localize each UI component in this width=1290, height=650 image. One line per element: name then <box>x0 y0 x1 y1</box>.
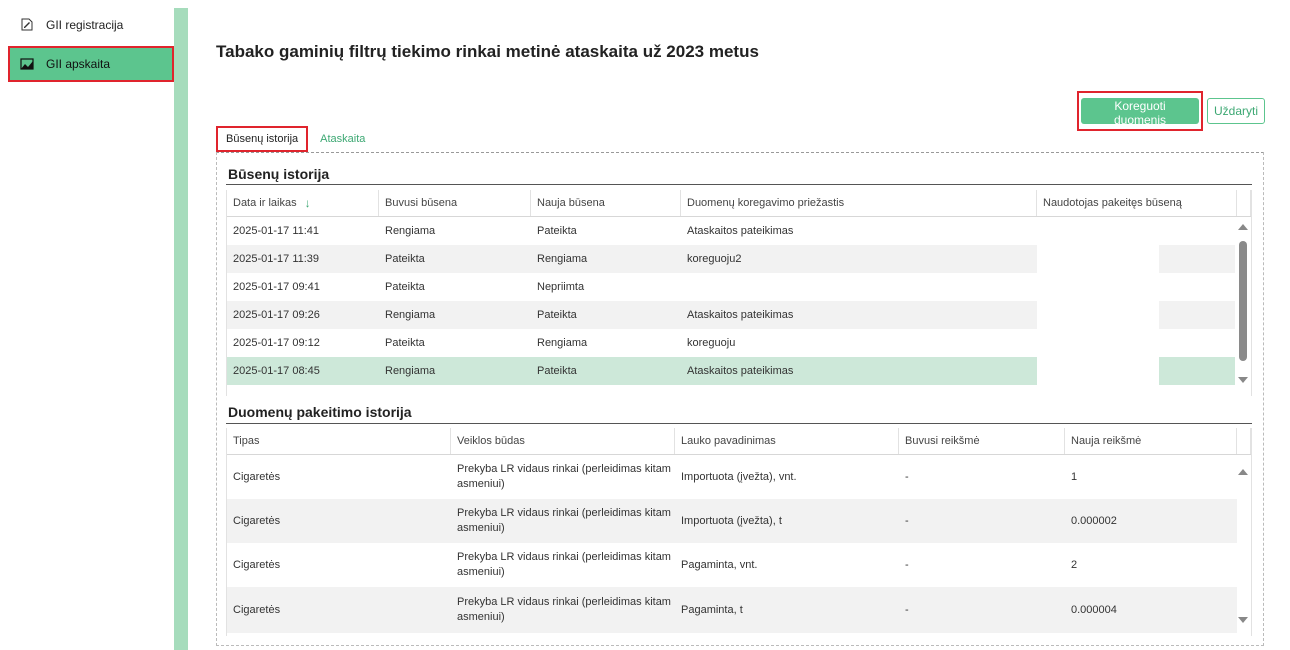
scroll-up-icon[interactable] <box>1238 224 1248 230</box>
sidebar: GII registracija GII apskaita <box>0 0 174 650</box>
column-header-new-status[interactable]: Nauja būsena <box>531 190 681 216</box>
table-row[interactable]: Cigaretės Prekyba LR vidaus rinkai (perl… <box>227 499 1251 543</box>
status-history-title: Būsenų istorija <box>228 166 330 182</box>
column-header-type[interactable]: Tipas <box>227 428 451 454</box>
sidebar-item-label: GII apskaita <box>46 57 111 71</box>
sidebar-item-gii-registracija[interactable]: GII registracija <box>10 10 174 40</box>
status-history-table: Data ir laikas ↓ Buvusi būsena Nauja būs… <box>226 190 1252 396</box>
sidebar-divider[interactable] <box>174 8 188 650</box>
table-row[interactable]: 2025-01-17 09:12 Pateikta Rengiama koreg… <box>227 329 1251 357</box>
sidebar-item-label: GII registracija <box>46 18 124 32</box>
column-header-new-value[interactable]: Nauja reikšmė <box>1065 428 1237 454</box>
table-body: 2025-01-17 11:41 Rengiama Pateikta Atask… <box>227 217 1251 394</box>
tab-report[interactable]: Ataskaita <box>312 126 373 152</box>
table-header: Data ir laikas ↓ Buvusi būsena Nauja būs… <box>227 190 1251 217</box>
status-history-scrollbar[interactable] <box>1235 217 1251 394</box>
table-row[interactable]: 2025-01-17 11:39 Pateikta Rengiama koreg… <box>227 245 1251 273</box>
table-row[interactable]: 2025-01-17 09:26 Rengiama Pateikta Atask… <box>227 301 1251 329</box>
sidebar-item-gii-apskaita[interactable]: GII apskaita <box>8 46 174 82</box>
section-divider <box>226 423 1252 424</box>
table-row[interactable]: Cigaretės Prekyba LR vidaus rinkai (perl… <box>227 455 1251 499</box>
column-header-field[interactable]: Lauko pavadinimas <box>675 428 899 454</box>
edit-data-button[interactable]: Koreguoti duomenis <box>1081 98 1199 127</box>
arrow-down-icon[interactable]: ↓ <box>305 196 311 210</box>
column-header-prev-status[interactable]: Buvusi būsena <box>379 190 531 216</box>
scrollbar-thumb[interactable] <box>1239 241 1247 361</box>
chart-area-icon <box>20 57 34 71</box>
tab-status-history[interactable]: Būsenų istorija <box>216 126 309 152</box>
table-row-selected[interactable]: 2025-01-17 08:45 Rengiama Pateikta Atask… <box>227 357 1251 385</box>
scroll-down-icon[interactable] <box>1238 377 1248 383</box>
header-spacer <box>1237 428 1251 454</box>
table-header: Tipas Veiklos būdas Lauko pavadinimas Bu… <box>227 428 1251 455</box>
section-divider <box>226 184 1252 185</box>
column-header-reason[interactable]: Duomenų koregavimo priežastis <box>681 190 1037 216</box>
column-header-user[interactable]: Naudotojas pakeitęs būseną <box>1037 190 1237 216</box>
column-header-activity[interactable]: Veiklos būdas <box>451 428 675 454</box>
column-header-old-value[interactable]: Buvusi reikšmė <box>899 428 1065 454</box>
table-body: Cigaretės Prekyba LR vidaus rinkai (perl… <box>227 455 1251 636</box>
scroll-up-icon[interactable] <box>1238 469 1248 475</box>
change-history-table: Tipas Veiklos būdas Lauko pavadinimas Bu… <box>226 428 1252 636</box>
tab-bar: Būsenų istorija Ataskaita <box>216 126 373 152</box>
change-history-title: Duomenų pakeitimo istorija <box>228 404 412 420</box>
table-row[interactable]: Cigaretės Prekyba LR vidaus rinkai (perl… <box>227 543 1251 587</box>
table-row[interactable]: 2025-01-17 11:41 Rengiama Pateikta Atask… <box>227 217 1251 245</box>
page-title: Tabako gaminių filtrų tiekimo rinkai met… <box>216 42 759 61</box>
table-row[interactable]: 2025-01-17 09:41 Pateikta Nepriimta <box>227 273 1251 301</box>
scroll-down-icon[interactable] <box>1238 617 1248 623</box>
close-button[interactable]: Uždaryti <box>1207 98 1265 124</box>
change-history-scrollbar[interactable] <box>1235 455 1251 636</box>
edit-document-icon <box>20 18 34 32</box>
column-header-date[interactable]: Data ir laikas ↓ <box>227 190 379 216</box>
header-spacer <box>1237 190 1251 216</box>
table-row[interactable]: Cigaretės Prekyba LR vidaus rinkai (perl… <box>227 587 1251 633</box>
